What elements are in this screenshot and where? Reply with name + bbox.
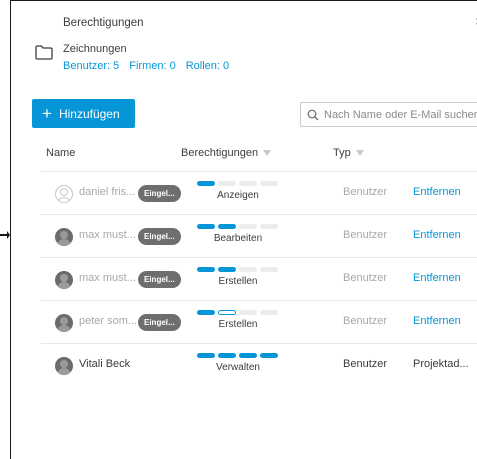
table-row[interactable]: peter som... Eingel... Erstellen Benutzer En… bbox=[41, 300, 477, 343]
add-button-label: Hinzufügen bbox=[58, 106, 120, 121]
user-name: daniel fris... bbox=[79, 186, 136, 198]
user-avatar-icon bbox=[55, 228, 73, 246]
remove-link[interactable]: Entfernen bbox=[413, 229, 461, 241]
folder-name: Zeichnungen bbox=[63, 43, 127, 55]
user-outline-icon bbox=[55, 185, 73, 203]
member-type: Benutzer bbox=[343, 186, 388, 198]
user-avatar-icon bbox=[55, 314, 73, 332]
permission-level-segment[interactable] bbox=[218, 310, 236, 315]
member-type: Benutzer bbox=[343, 315, 388, 327]
permission-level-segment[interactable] bbox=[239, 181, 257, 186]
filter-icon[interactable] bbox=[263, 150, 272, 156]
user-name: max must... bbox=[79, 272, 136, 284]
column-header-type[interactable]: Typ bbox=[333, 147, 364, 159]
table-row[interactable]: max must... Eingel... Bearbeiten Benutzer En… bbox=[41, 214, 477, 257]
permission-level-segment[interactable] bbox=[239, 224, 257, 229]
permission-level-segment[interactable] bbox=[260, 224, 278, 229]
member-counts: Benutzer: 5 Firmen: 0 Rollen: 0 bbox=[63, 60, 229, 72]
dialog-title: Berechtigungen bbox=[63, 17, 144, 29]
status-badge: Eingel... bbox=[138, 271, 181, 288]
users-count[interactable]: Benutzer: 5 bbox=[63, 60, 119, 72]
search-input[interactable] bbox=[324, 108, 477, 121]
search-box[interactable] bbox=[300, 102, 477, 127]
permission-level-segment[interactable] bbox=[260, 181, 278, 186]
permissions-dialog: Berechtigungen × Zeichnungen Benutzer: 5… bbox=[10, 0, 477, 459]
remove-link[interactable]: Entfernen bbox=[413, 186, 461, 198]
table-row[interactable]: daniel fris... Eingel... Anzeigen Benutzer E… bbox=[41, 171, 477, 214]
permission-level-segment[interactable] bbox=[197, 224, 215, 229]
search-icon bbox=[307, 109, 319, 120]
remove-link[interactable]: Entfernen bbox=[413, 272, 461, 284]
user-name: Vitali Beck bbox=[79, 358, 131, 370]
permission-level-label: Anzeigen bbox=[217, 190, 259, 201]
permission-level-segment[interactable] bbox=[218, 267, 236, 272]
permission-level-label: Verwalten bbox=[216, 362, 260, 373]
status-badge: Eingel... bbox=[138, 314, 181, 331]
remove-link[interactable]: Entfernen bbox=[413, 315, 461, 327]
permission-level-segment[interactable] bbox=[260, 353, 278, 358]
permission-level-segment[interactable] bbox=[239, 310, 257, 315]
permission-level-segment[interactable] bbox=[218, 353, 236, 358]
status-badge: Eingel... bbox=[138, 228, 181, 245]
roles-count[interactable]: Rollen: 0 bbox=[186, 60, 229, 72]
column-header-name[interactable]: Name bbox=[46, 147, 75, 159]
permission-level-label: Erstellen bbox=[218, 276, 258, 287]
column-header-permissions[interactable]: Berechtigungen bbox=[181, 147, 272, 159]
permission-level-segment[interactable] bbox=[218, 181, 236, 186]
permission-level-segment[interactable] bbox=[197, 310, 215, 315]
table-row[interactable]: Vitali Beck Verwalten Benutzer Projektad... bbox=[41, 343, 477, 386]
status-badge: Eingel... bbox=[138, 185, 181, 202]
user-name: max must... bbox=[79, 229, 136, 241]
pointer-arrow-icon bbox=[0, 231, 10, 239]
companies-count[interactable]: Firmen: 0 bbox=[129, 60, 175, 72]
member-type: Benutzer bbox=[343, 229, 388, 241]
table-row[interactable]: max must... Eingel... Erstellen Benutzer Ent… bbox=[41, 257, 477, 300]
permission-level-segment[interactable] bbox=[197, 353, 215, 358]
role-label: Projektad... bbox=[413, 358, 469, 370]
permission-level-label: Erstellen bbox=[218, 319, 258, 330]
permission-level-control[interactable]: Erstellen bbox=[197, 310, 279, 330]
user-avatar-icon bbox=[55, 357, 73, 375]
member-type: Benutzer bbox=[343, 272, 388, 284]
add-button[interactable]: + Hinzufügen bbox=[32, 99, 135, 128]
plus-icon: + bbox=[42, 104, 52, 123]
permission-level-segment[interactable] bbox=[260, 267, 278, 272]
permission-level-control[interactable]: Verwalten bbox=[197, 353, 279, 373]
permission-level-segment[interactable] bbox=[218, 224, 236, 229]
member-type: Benutzer bbox=[343, 358, 388, 370]
folder-icon bbox=[35, 45, 53, 60]
permission-level-control[interactable]: Bearbeiten bbox=[197, 224, 279, 244]
user-name: peter som... bbox=[79, 315, 138, 327]
filter-icon[interactable] bbox=[355, 150, 364, 156]
permission-level-segment[interactable] bbox=[260, 310, 278, 315]
permission-level-segment[interactable] bbox=[197, 267, 215, 272]
permission-level-control[interactable]: Erstellen bbox=[197, 267, 279, 287]
user-avatar-icon bbox=[55, 271, 73, 289]
permission-level-segment[interactable] bbox=[197, 181, 215, 186]
permission-level-label: Bearbeiten bbox=[213, 233, 263, 244]
permission-level-segment[interactable] bbox=[239, 353, 257, 358]
permission-level-segment[interactable] bbox=[239, 267, 257, 272]
permission-level-control[interactable]: Anzeigen bbox=[197, 181, 279, 201]
